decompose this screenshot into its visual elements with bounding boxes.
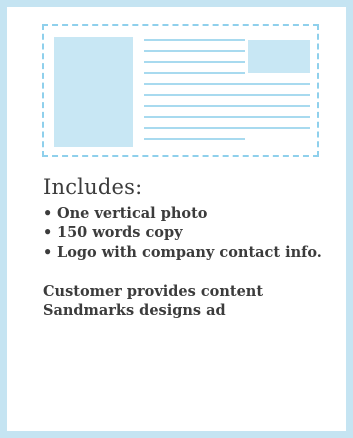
feature-label: One vertical photo (57, 205, 208, 223)
production-note: Customer provides content Sandmarks desi… (43, 282, 343, 321)
logo-placeholder (248, 40, 310, 73)
photo-placeholder (54, 37, 133, 147)
bullet-icon: • (43, 205, 53, 223)
ad-layout-preview (42, 24, 319, 157)
note-line: Customer provides content (43, 282, 264, 300)
note-line: Sandmarks designs ad (43, 302, 226, 320)
list-item: • 150 words copy (43, 223, 343, 242)
bullet-icon: • (43, 224, 53, 242)
copy-line (144, 138, 245, 140)
copy-line (144, 61, 245, 63)
copy-line (144, 116, 310, 118)
includes-heading: Includes: (43, 175, 143, 199)
ad-package-card: Includes: • One vertical photo • 150 wor… (0, 0, 353, 438)
feature-label: Logo with company contact info. (57, 243, 322, 261)
copy-line (144, 105, 310, 107)
package-details: Includes: • One vertical photo • 150 wor… (43, 175, 343, 321)
feature-list: • One vertical photo • 150 words copy • … (43, 204, 343, 262)
bullet-icon: • (43, 243, 53, 261)
copy-line (144, 50, 245, 52)
list-item: • One vertical photo (43, 204, 343, 223)
feature-label: 150 words copy (57, 224, 183, 242)
copy-line (144, 127, 310, 129)
copy-line (144, 72, 245, 74)
copy-line (144, 39, 245, 41)
list-item: • Logo with company contact info. (43, 243, 343, 262)
copy-line (144, 83, 310, 85)
copy-line (144, 94, 310, 96)
